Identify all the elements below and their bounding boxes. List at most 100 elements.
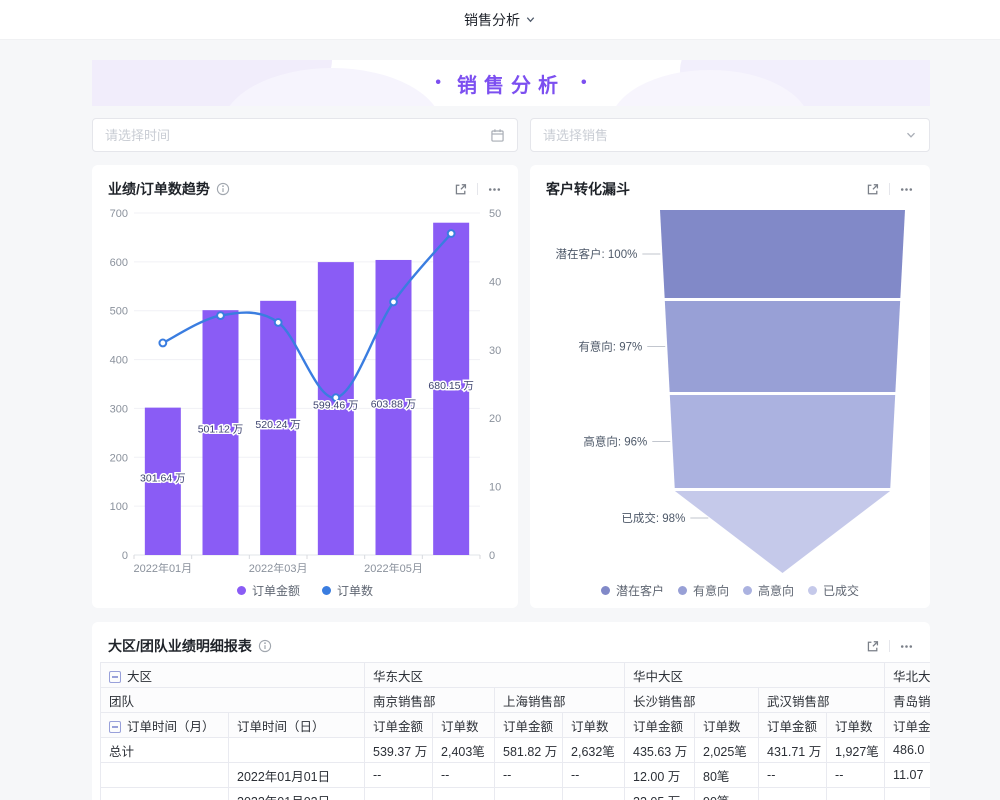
legend-item[interactable]: 潜在客户 [601,582,664,599]
pivot-table-container[interactable]: 大区华东大区华中大区华北大区团队南京销售部上海销售部长沙销售部武汉销售部青岛销售… [100,662,930,800]
funnel-stage-已成交[interactable] [675,491,890,573]
funnel-stage-有意向[interactable] [665,301,900,392]
sales-filter-input[interactable] [543,128,905,143]
table-header-cell: 订单时间（日） [229,713,365,738]
table-header-cell: 订单数 [827,713,885,738]
more-icon[interactable] [487,182,502,197]
collapse-icon[interactable] [109,671,121,683]
y-left-tick: 0 [122,550,128,562]
table-cell: 12.00 万 [625,763,695,788]
table-cell: 2,025笔 [695,738,759,763]
divider [477,183,478,195]
y-left-tick: 600 [110,257,128,269]
header-label: 华北大区 [893,670,930,684]
title-dot-right: • [581,74,587,92]
x-tick: 2022年01月 [133,561,192,573]
card-actions [865,639,914,654]
bar-value-label: 603.88 万 [371,398,417,410]
table-header-cell: 订单金额 [495,713,563,738]
time-filter[interactable] [92,118,518,152]
table-cell: 431.71 万 [759,738,827,763]
trend-chart-card: 业绩/订单数趋势 [92,165,518,608]
more-icon[interactable] [899,639,914,654]
legend-item[interactable]: 有意向 [678,582,729,599]
table-cell: 435.63 万 [625,738,695,763]
table-cell: 2022年01月02日 [229,788,365,800]
header-label: 订单时间（月） [127,720,215,734]
table-card-title: 大区/团队业绩明细报表 [108,636,252,656]
table-cell: -- [759,788,827,800]
line-marker[interactable] [448,230,455,237]
table-header-cell: 订单金额 [885,713,930,738]
header-label: 团队 [109,695,134,709]
table-cell: -- [563,763,625,788]
legend-dot [322,586,331,595]
export-icon[interactable] [865,639,880,654]
page-title: 销售分析 [464,10,520,30]
y-right-tick: 30 [489,345,501,357]
table-header-cell: 订单金额 [759,713,827,738]
line-marker[interactable] [275,319,282,326]
legend-item[interactable]: 订单数 [322,582,373,599]
bar-value-label: 501.12 万 [198,424,244,436]
export-icon[interactable] [453,182,468,197]
legend-label: 潜在客户 [616,582,664,599]
chevron-down-icon [905,129,917,141]
table-header-cell: 订单金额 [365,713,433,738]
table-header-cell: 订单金额 [625,713,695,738]
funnel-card-title: 客户转化漏斗 [546,179,630,199]
line-marker[interactable] [217,312,224,319]
y-right-tick: 20 [489,413,501,425]
legend-item[interactable]: 订单金额 [237,582,300,599]
legend-item[interactable]: 已成交 [808,582,859,599]
collapse-icon[interactable] [109,721,121,733]
header-label: 订单数 [441,720,479,734]
legend-label: 订单数 [337,582,373,599]
info-icon[interactable] [258,639,272,653]
legend-item[interactable]: 高意向 [743,582,794,599]
legend-label: 有意向 [693,582,729,599]
dashboard-page: • 销售分析 • 业绩/订单数趋势 [92,60,930,800]
header-label: 订单金额 [633,720,683,734]
funnel-chart-card: 客户转化漏斗 潜在客户: 100%有意向: 97%高意向: 96%已成交: 98… [530,165,930,608]
header-label: 订单金额 [767,720,817,734]
sales-filter[interactable] [530,118,930,152]
table-cell: -- [827,788,885,800]
report-table-card: 大区/团队业绩明细报表 [92,622,930,800]
table-cell [229,738,365,763]
chevron-down-icon[interactable] [525,14,536,25]
line-marker[interactable] [159,340,166,347]
card-header: 大区/团队业绩明细报表 [92,622,930,656]
y-right-tick: 40 [489,276,501,288]
table-cell: 486.0 [885,738,930,763]
header-label: 武汉销售部 [767,695,830,709]
table-cell: 1,927笔 [827,738,885,763]
table-cell: 539.37 万 [365,738,433,763]
funnel-stage-高意向[interactable] [670,395,895,488]
bar-value-label: 520.24 万 [255,419,301,431]
header-label: 大区 [127,670,152,684]
bar-value-label: 599.46 万 [313,400,359,412]
export-icon[interactable] [865,182,880,197]
funnel-stage-label: 高意向: 96% [583,435,647,449]
header-label: 订单时间（日） [237,720,325,734]
more-icon[interactable] [899,182,914,197]
title-dot-left: • [435,74,441,92]
info-icon[interactable] [216,182,230,196]
table-header-cell: 订单数 [433,713,495,738]
filter-bar [92,118,930,152]
pivot-table: 大区华东大区华中大区华北大区团队南京销售部上海销售部长沙销售部武汉销售部青岛销售… [100,662,930,800]
funnel-stage-label: 有意向: 97% [578,340,642,354]
card-actions [453,182,502,197]
table-cell: -- [563,788,625,800]
table-header-row: 大区华东大区华中大区华北大区 [101,663,931,688]
line-marker[interactable] [390,299,397,306]
table-header-cell: 订单时间（月） [101,713,229,738]
time-filter-input[interactable] [105,128,490,143]
y-right-tick: 10 [489,482,501,494]
header-label: 订单金额 [893,720,930,734]
divider [889,183,890,195]
legend-label: 已成交 [823,582,859,599]
funnel-stage-潜在客户[interactable] [660,210,905,298]
table-cell: -- [495,763,563,788]
